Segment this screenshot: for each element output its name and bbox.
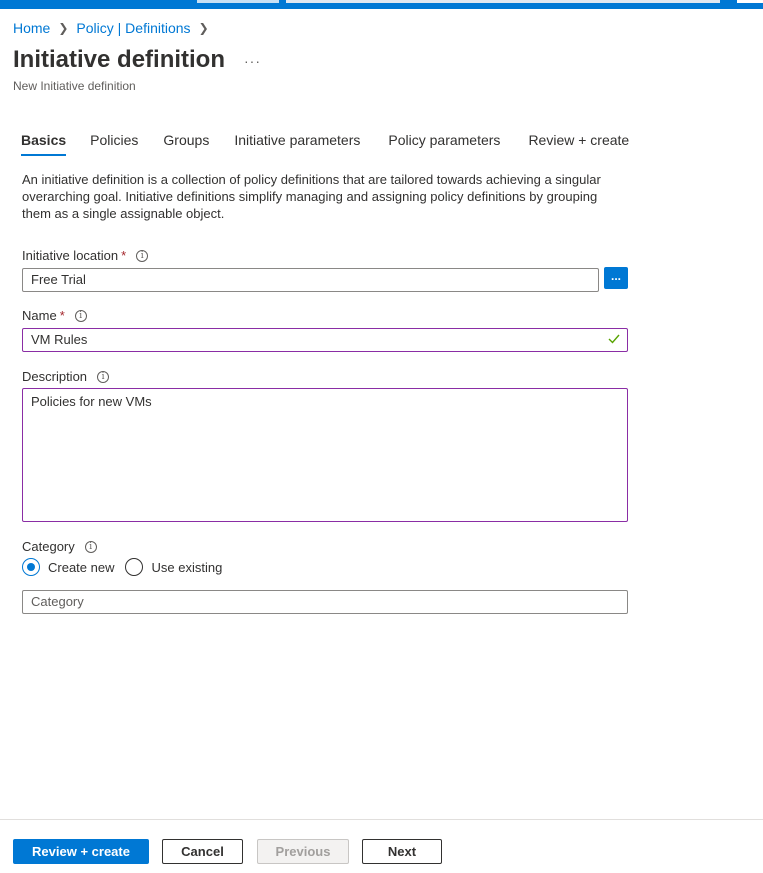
top-bar-segment (737, 0, 763, 3)
tab-bar: Basics Policies Groups Initiative parame… (21, 132, 629, 156)
top-bar (0, 0, 763, 9)
description-label-group: Description i (22, 369, 110, 384)
radio-use-existing[interactable] (125, 558, 144, 576)
category-radio-group: Create new Use existing (22, 558, 233, 576)
top-bar-segment (197, 0, 279, 3)
required-marker: * (59, 308, 65, 323)
tab-basics[interactable]: Basics (21, 132, 67, 156)
name-field[interactable]: VM Rules (22, 328, 628, 352)
category-input[interactable]: Category (22, 590, 628, 614)
page-title: Initiative definition (13, 46, 226, 73)
category-label-group: Category i (22, 539, 97, 554)
radio-use-existing-label[interactable]: Use existing (151, 560, 222, 575)
next-button[interactable]: Next (362, 839, 442, 864)
info-icon[interactable]: i (74, 309, 87, 322)
info-icon[interactable]: i (97, 370, 110, 383)
checkmark-icon (608, 334, 620, 344)
intro-text: An initiative definition is a collection… (22, 172, 601, 221)
radio-create-new-label[interactable]: Create new (48, 560, 114, 575)
tab-policy-parameters[interactable]: Policy parameters (388, 132, 500, 156)
cancel-button[interactable]: Cancel (162, 839, 243, 864)
previous-button[interactable]: Previous (257, 839, 349, 864)
radio-create-new[interactable] (22, 558, 40, 576)
description-textarea[interactable]: Policies for new VMs (22, 388, 628, 522)
breadcrumb-policy-definitions[interactable]: Policy | Definitions (76, 20, 190, 36)
more-options-button[interactable]: ··· (244, 53, 261, 69)
name-label-group: Name * i (22, 308, 87, 323)
chevron-right-icon: ❯ (58, 21, 69, 35)
review-create-button[interactable]: Review + create (13, 839, 149, 864)
location-field[interactable]: Free Trial (22, 268, 599, 292)
name-field-value: VM Rules (31, 332, 88, 347)
breadcrumb-home[interactable]: Home (13, 20, 50, 36)
tab-initiative-parameters[interactable]: Initiative parameters (234, 132, 360, 156)
tab-policies[interactable]: Policies (90, 132, 138, 156)
name-label: Name (22, 308, 57, 323)
tab-review-create[interactable]: Review + create (528, 132, 629, 156)
chevron-right-icon: ❯ (198, 21, 209, 35)
location-label: Initiative location (22, 248, 119, 263)
breadcrumb: Home ❯ Policy | Definitions ❯ (13, 20, 217, 36)
footer-divider (0, 819, 763, 820)
category-label: Category (22, 539, 75, 554)
top-bar-search-segment (286, 0, 720, 3)
page-subtitle: New Initiative definition (13, 79, 136, 93)
browse-location-button[interactable]: ... (604, 267, 628, 289)
category-placeholder: Category (31, 594, 84, 609)
info-icon[interactable]: i (136, 249, 149, 262)
location-label-group: Initiative location * i (22, 248, 149, 263)
info-icon[interactable]: i (84, 540, 97, 553)
description-label: Description (22, 369, 88, 384)
tab-groups[interactable]: Groups (163, 132, 209, 156)
required-marker: * (121, 248, 127, 263)
